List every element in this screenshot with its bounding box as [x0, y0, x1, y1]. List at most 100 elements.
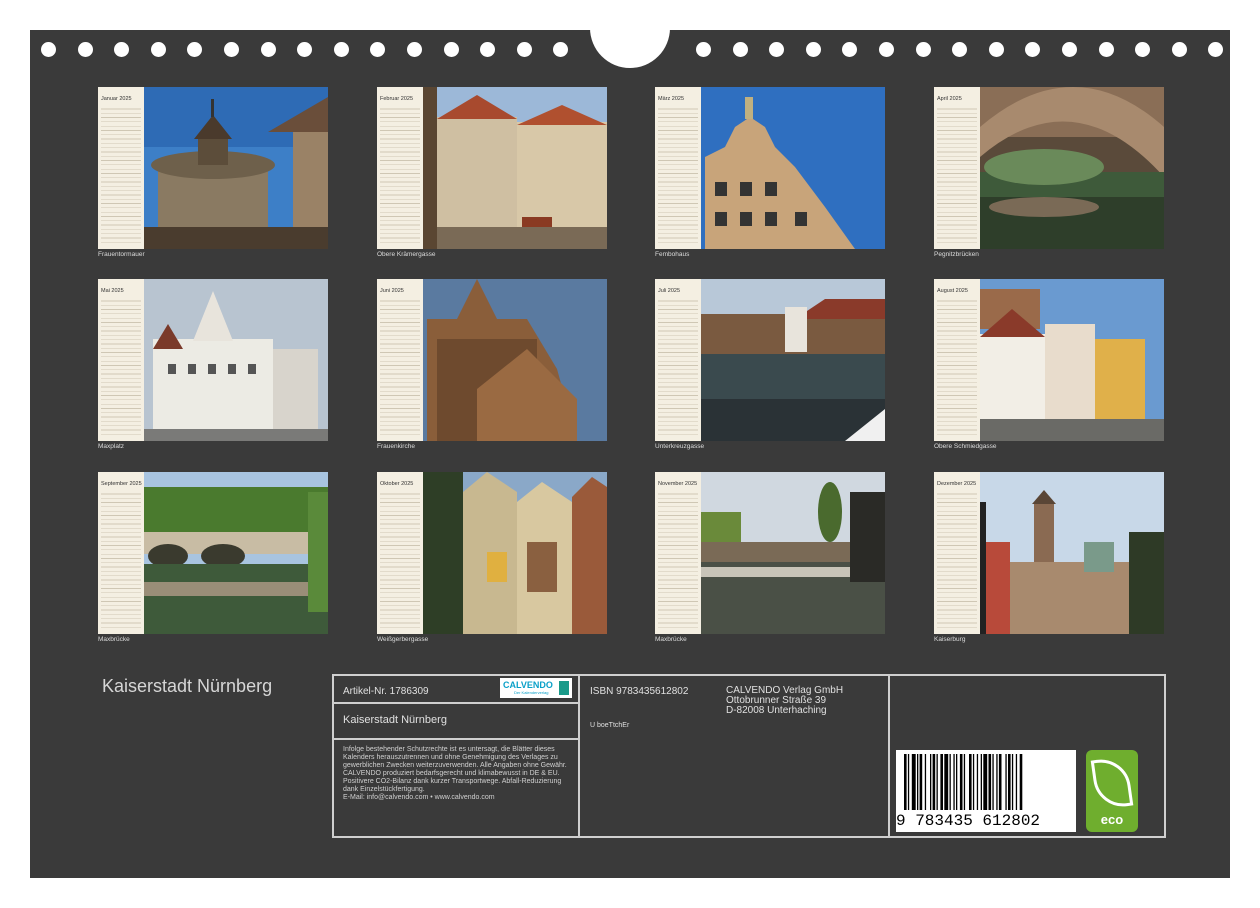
- barcode-bar: [907, 754, 910, 810]
- day-lines: [380, 297, 420, 437]
- binding-hole: [1062, 42, 1077, 57]
- calendar-strip: Dezember 2025: [934, 472, 980, 634]
- calendar-strip: Mai 2025: [98, 279, 144, 441]
- month-name: Mai: [101, 288, 110, 294]
- publisher-address: CALVENDO Verlag GmbH Ottobrunner Straße …: [726, 686, 843, 716]
- article-number: Artikel-Nr. 1786309: [343, 686, 429, 697]
- barcode-bar: [963, 754, 966, 810]
- photo-caption: Obere Schmiedgasse: [934, 443, 997, 450]
- barcode-bar: [988, 754, 992, 810]
- divider: [888, 676, 890, 836]
- photo-caption: Fembohaus: [655, 251, 690, 258]
- day-lines: [658, 490, 698, 630]
- barcode-bar: [930, 754, 932, 810]
- barcode-bar: [972, 754, 975, 810]
- month-name: Juli: [658, 288, 667, 294]
- year-label: 2025: [111, 288, 124, 294]
- photo-caption: Unterkreuzgasse: [655, 443, 705, 450]
- day-lines: [380, 105, 420, 245]
- month-name: August: [937, 288, 955, 294]
- month-name: März: [658, 96, 671, 102]
- month-name: September: [101, 481, 128, 487]
- day-lines: [101, 105, 141, 245]
- binding-hole: [114, 42, 130, 57]
- calendar-strip: Juni 2025: [377, 279, 423, 441]
- month-card-august: August 2025 Obere Schmiedgasse: [934, 279, 1164, 454]
- barcode-bar: [998, 754, 1002, 810]
- binding-hole: [150, 42, 166, 57]
- barcode-bar: [983, 754, 988, 810]
- month-name: April: [937, 96, 949, 102]
- binding-hole: [224, 42, 239, 57]
- barcode-bar: [959, 754, 963, 810]
- barcode-bar: [953, 754, 955, 810]
- barcode-bar: [936, 754, 938, 810]
- divider: [578, 676, 580, 836]
- binding-hole: [516, 42, 532, 57]
- barcode-bar: [924, 754, 927, 810]
- photo-caption: Maxbrücke: [98, 636, 130, 643]
- calendar-strip: Oktober 2025: [377, 472, 423, 634]
- year-label: 2025: [667, 288, 681, 294]
- month-name: Januar: [101, 96, 118, 102]
- barcode-bar: [969, 754, 972, 810]
- binding-hole: [696, 42, 711, 57]
- binding-hole: [553, 42, 569, 57]
- legal-text: Infolge bestehender Schutzrechte ist es …: [343, 746, 567, 769]
- year-label: 2025: [129, 481, 142, 487]
- legal-notice: Infolge bestehender Schutzrechte ist es …: [343, 746, 575, 802]
- year-label: 2025: [400, 96, 414, 102]
- product-title: Kaiserstadt Nürnberg: [343, 714, 447, 726]
- publisher-city: D-82008 Unterhaching: [726, 705, 827, 716]
- month-card-juni: Juni 2025 Frauenkirche: [377, 279, 607, 454]
- hanger-notch: [590, 28, 670, 68]
- photo-caption: Maxplatz: [98, 443, 125, 450]
- product-info-box: Artikel-Nr. 1786309 CALVENDO Der Kalende…: [332, 674, 1166, 838]
- photo-caption: Kaiserburg: [934, 636, 966, 643]
- month-card-maerz: März 2025 Fembohaus: [655, 87, 885, 262]
- divider: [334, 702, 578, 704]
- month-card-juli: Juli 2025 Unterkreuzgasse: [655, 279, 885, 454]
- binding-hole: [260, 42, 276, 57]
- divider: [334, 738, 578, 740]
- barcode-bar: [956, 754, 958, 810]
- month-card-mai: Mai 2025 Maxplatz: [98, 279, 328, 454]
- barcode-bar: [917, 754, 919, 810]
- binding-hole: [769, 42, 785, 57]
- isbn-barcode: 9 783435 612802: [896, 750, 1076, 832]
- binding-hole: [77, 42, 93, 57]
- barcode-bar: [911, 754, 916, 810]
- day-lines: [101, 297, 141, 437]
- binding-hole: [370, 42, 386, 57]
- calendar-strip: September 2025: [98, 472, 144, 634]
- photo-caption: Weißgerbergasse: [377, 636, 429, 643]
- author-code: U boeTtchEr: [590, 722, 630, 729]
- year-label: 2025: [949, 96, 962, 102]
- year-label: 2025: [684, 481, 698, 487]
- binding-hole: [1098, 42, 1114, 57]
- logo-subtext: Der Kalenderverlag: [514, 690, 549, 695]
- binding-hole: [407, 42, 422, 57]
- year-label: 2025: [671, 96, 685, 102]
- leaf-icon: [1090, 755, 1134, 811]
- barcode-bar: [944, 754, 949, 810]
- eco-label: eco: [1100, 812, 1124, 827]
- barcode-bar: [1019, 754, 1023, 810]
- month-card-oktober: Oktober 2025 Weißgerbergasse: [377, 472, 607, 647]
- barcode-digits: 9 783435 612802: [896, 812, 1041, 830]
- barcode-bars: [904, 754, 1023, 810]
- binding-hole: [1171, 42, 1187, 57]
- calendar-strip: Februar 2025: [377, 87, 423, 249]
- month-card-november: November 2025 Maxbrücke: [655, 472, 885, 647]
- barcode-bar: [996, 754, 998, 810]
- binding-hole: [988, 42, 1004, 57]
- month-card-april: April 2025 Pegnitzbrücken: [934, 87, 1164, 262]
- photo-caption: Obere Krämergasse: [377, 251, 436, 258]
- binding-hole: [1208, 42, 1224, 57]
- isbn: ISBN 9783435612802: [590, 686, 689, 697]
- barcode-bar: [976, 754, 979, 810]
- month-name: Oktober: [380, 481, 400, 487]
- day-lines: [380, 490, 420, 630]
- binding-hole: [1135, 42, 1151, 57]
- barcode-bar: [1015, 754, 1018, 810]
